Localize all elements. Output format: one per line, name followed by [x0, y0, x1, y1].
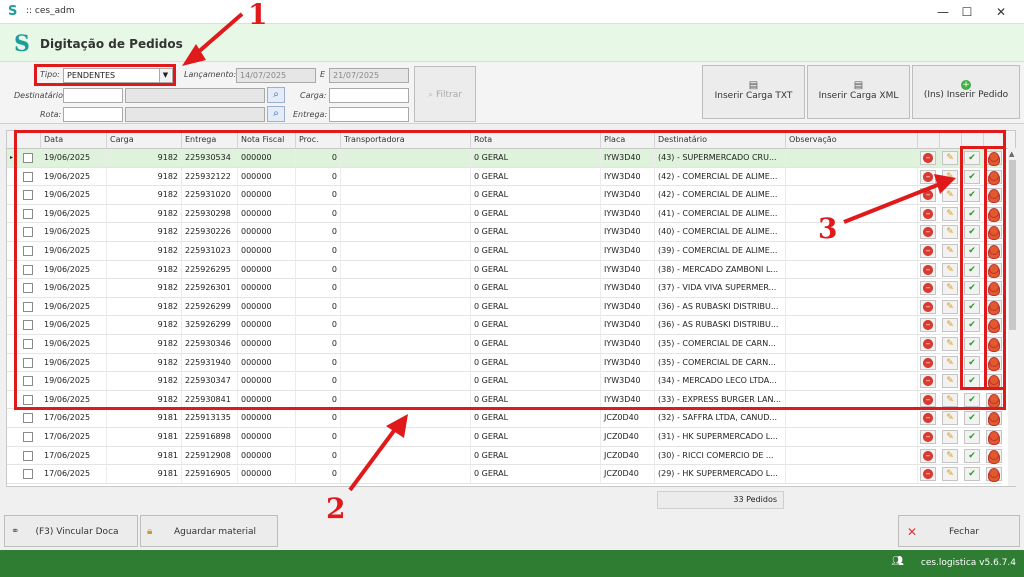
annotation-arrow-1 — [194, 12, 244, 56]
annotation-number-2: 2 — [326, 492, 346, 525]
annotation-number-1: 1 — [248, 0, 268, 31]
annotation-arrows — [182, 12, 956, 492]
annotation-arrow-2 — [348, 426, 398, 492]
annotation-arrow-3 — [843, 182, 941, 224]
annotation-arrowhead-3 — [934, 174, 956, 194]
annotation-number-3: 3 — [818, 212, 838, 245]
